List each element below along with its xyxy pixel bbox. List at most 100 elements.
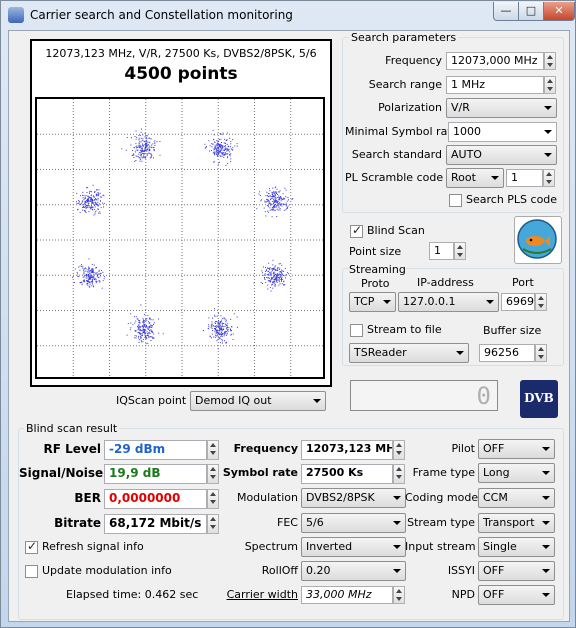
pl-scramble-mode-select[interactable]: Root (446, 168, 504, 188)
coding-mode-label: Coding mode (405, 491, 479, 504)
update-modulation-label: Update modulation info (42, 564, 172, 577)
issyi-select[interactable]: OFF (478, 561, 555, 581)
coding-mode-value: CCM (483, 491, 508, 504)
dvb-logo: DVB (520, 380, 558, 418)
refresh-signal-label: Refresh signal info (42, 540, 144, 553)
pl-scramble-label: PL Scramble code (345, 171, 444, 184)
modulation-select[interactable]: DVBS2/8PSK (301, 488, 406, 508)
point-size-spinner[interactable] (454, 242, 466, 260)
issyi-label: ISSYI (447, 564, 475, 577)
frequency-spinner[interactable] (544, 52, 556, 70)
bitrate-label: Bitrate (54, 516, 101, 530)
min-symbol-rate-label: Minimal Symbol rate (345, 125, 459, 138)
constellation-plot (35, 97, 325, 379)
blind-scan-result-title: Blind scan result (24, 422, 120, 435)
title-bar[interactable]: Carrier search and Constellation monitor… (1, 1, 575, 29)
symbol-rate-spinner[interactable] (393, 464, 405, 484)
carrier-width-label[interactable]: Carrier width (219, 588, 298, 601)
search-parameters-title: Search parameters (349, 31, 459, 44)
buffer-size-label: Buffer size (483, 324, 542, 337)
constellation-cluster (72, 258, 105, 289)
minimize-button[interactable]: — (493, 2, 519, 21)
pilot-label: Pilot (451, 442, 475, 455)
stream-type-select[interactable]: Transport (478, 513, 555, 533)
polarization-select[interactable]: V/R (446, 98, 557, 118)
proto-select[interactable]: TCP (349, 292, 396, 312)
ip-address-select[interactable]: 127.0.0.1 (398, 292, 499, 312)
carrier-width-spinner[interactable] (393, 586, 405, 604)
port-input[interactable]: 6969 (501, 293, 535, 311)
fish-globe-icon (517, 219, 557, 259)
frequency-input[interactable]: 12073,000 MHz (446, 52, 544, 70)
window-title: Carrier search and Constellation monitor… (30, 8, 293, 22)
signal-noise-value: 19,9 dB (104, 464, 207, 484)
buffer-size-spinner[interactable] (535, 344, 547, 362)
search-range-input[interactable]: 1 MHz (446, 76, 544, 94)
chevron-down-icon (542, 569, 550, 573)
constellation-cluster (256, 186, 294, 218)
signal-noise-label: Signal/Noise (19, 466, 104, 480)
app-icon (8, 7, 24, 23)
chevron-down-icon (313, 399, 321, 403)
elapsed-time: Elapsed time: 0.462 sec (66, 588, 199, 601)
refresh-signal-checkbox[interactable] (25, 539, 38, 554)
scan-app-icon-button[interactable] (514, 216, 562, 264)
npd-select[interactable]: OFF (478, 585, 555, 605)
signal-noise-spinner[interactable] (207, 464, 219, 484)
point-size-label: Point size (349, 245, 402, 258)
points-count: 4500 points (124, 64, 238, 84)
main-window: Carrier search and Constellation monitor… (0, 0, 576, 628)
search-standard-select[interactable]: AUTO (446, 145, 557, 165)
input-stream-value: Single (483, 540, 517, 553)
frame-type-label: Frame type (412, 466, 475, 479)
input-stream-select[interactable]: Single (478, 537, 555, 557)
update-modulation-checkbox[interactable] (25, 565, 38, 578)
coding-mode-select[interactable]: CCM (478, 488, 555, 508)
reader-select[interactable]: TSReader (349, 343, 469, 363)
result-frequency-spinner[interactable] (393, 440, 405, 460)
rolloff-select[interactable]: 0.20 (301, 561, 406, 581)
spectrum-select[interactable]: Inverted (301, 537, 406, 557)
chevron-down-icon (542, 496, 550, 500)
constellation-cluster (76, 184, 105, 216)
chevron-down-icon (542, 447, 550, 451)
blind-scan-checkbox[interactable] (350, 223, 363, 238)
symbol-rate-label: Symbol rate (222, 466, 298, 479)
chevron-down-icon (383, 300, 391, 304)
point-size-input[interactable]: 1 (429, 242, 454, 260)
search-standard-label: Search standard (351, 148, 442, 161)
fec-label: FEC (277, 516, 298, 529)
frame-type-select[interactable]: Long (478, 463, 555, 483)
carrier-width-value: 33,000 MHz (301, 586, 393, 604)
constellation-cluster (202, 308, 238, 350)
pl-scramble-spinner[interactable] (543, 169, 555, 187)
close-button[interactable]: ✕ (543, 2, 575, 21)
ber-spinner[interactable] (207, 489, 219, 509)
spectrum-value: Inverted (306, 540, 353, 553)
port-spinner[interactable] (535, 293, 547, 311)
bitrate-spinner[interactable] (207, 514, 219, 534)
proto-label: Proto (361, 277, 390, 290)
stream-to-file-checkbox[interactable] (350, 324, 363, 337)
buffer-size-input[interactable]: 96256 (479, 344, 535, 362)
pl-scramble-input[interactable]: 1 (506, 169, 543, 187)
chevron-down-icon (544, 153, 552, 157)
iqscan-select[interactable]: Demod IQ out (190, 391, 326, 411)
ber-value: 0,0000000 (104, 489, 207, 509)
maximize-button[interactable]: □ (518, 2, 544, 21)
stream-type-label: Stream type (407, 516, 475, 529)
symbol-rate-value: 27500 Ks (301, 464, 393, 484)
search-range-spinner[interactable] (544, 76, 556, 94)
min-symbol-rate-select[interactable]: 1000 (448, 122, 557, 142)
rf-level-spinner[interactable] (207, 440, 219, 460)
iqscan-label: IQScan point (116, 394, 187, 407)
search-pls-checkbox[interactable] (449, 194, 462, 207)
pilot-select[interactable]: OFF (478, 439, 555, 459)
fec-select[interactable]: 5/6 (301, 513, 406, 533)
fec-value: 5/6 (306, 516, 324, 529)
signal-header: 12073,123 MHz, V/R, 27500 Ks, DVBS2/8PSK… (45, 47, 317, 60)
port-label: Port (512, 276, 534, 289)
ber-label: BER (74, 491, 101, 505)
chevron-down-icon (393, 569, 401, 573)
result-frequency-label: Frequency (233, 442, 298, 455)
